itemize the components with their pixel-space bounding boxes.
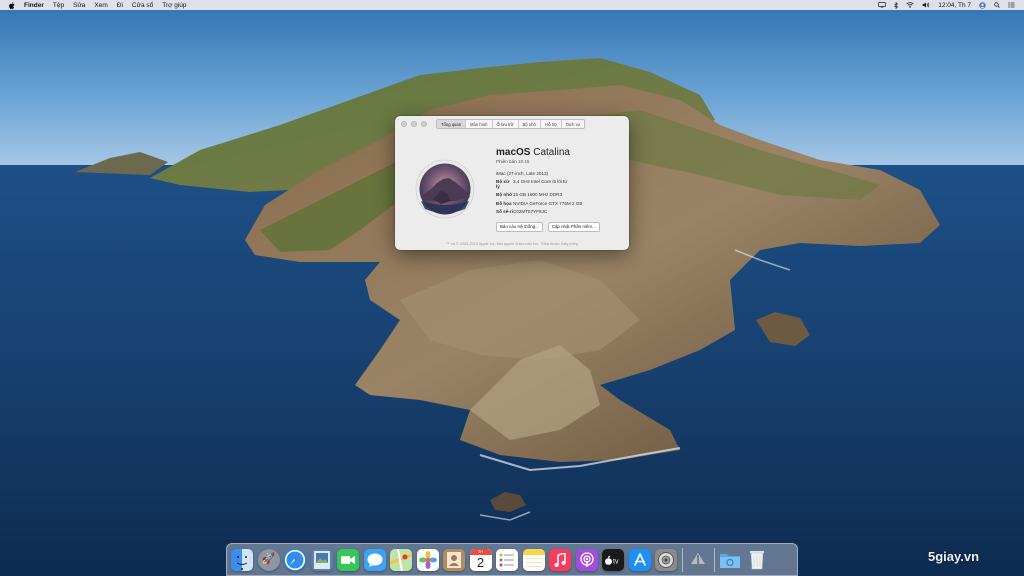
- tab-memory[interactable]: Bộ nhớ: [519, 120, 542, 128]
- calendar-day: 2: [476, 554, 485, 570]
- dock-reminders-icon[interactable]: [496, 548, 518, 571]
- user-avatar-icon[interactable]: [979, 1, 986, 9]
- spec-memory: Bộ nhớ 16 GB 1600 MHz DDR3: [496, 192, 626, 197]
- dock-tv-icon[interactable]: tv: [602, 548, 624, 571]
- dock-facetime-icon[interactable]: [337, 548, 359, 571]
- watermark: 5giay.vn: [928, 549, 980, 564]
- dock-calendar-icon[interactable]: TH 2: [469, 548, 492, 571]
- os-name: macOS Catalina: [496, 147, 626, 158]
- about-this-mac-window: Tổng quan Màn hình Ổ lưu trữ Bộ nhớ Hỗ t…: [395, 116, 629, 250]
- menu-item-help[interactable]: Trợ giúp: [162, 2, 186, 9]
- dock-contacts-icon[interactable]: [443, 548, 465, 571]
- dock-app-store-icon[interactable]: [628, 548, 651, 571]
- spec-label: Bộ xử lý: [496, 179, 510, 190]
- menu-bar: Finder Tệp Sửa Xem Đi Cửa sổ Trợ giúp 12…: [0, 0, 1024, 10]
- dock-notes-icon[interactable]: [522, 548, 545, 571]
- menu-item-file[interactable]: Tệp: [53, 2, 64, 9]
- spec-processor: Bộ xử lý 3,4 GHz Intel Core i5 lõi tứ: [496, 179, 626, 189]
- system-report-button[interactable]: Báo cáo Hệ thống...: [496, 221, 543, 232]
- dock-music-icon[interactable]: [549, 548, 571, 571]
- software-update-button[interactable]: Cập nhật Phần mềm...: [547, 221, 600, 232]
- wifi-icon[interactable]: [906, 2, 914, 8]
- dock-messages-icon[interactable]: [363, 548, 386, 571]
- menubar-clock[interactable]: 12:04, Th 7: [938, 2, 971, 9]
- spec-label: Đồ họa: [496, 200, 512, 206]
- copyright-text: ™ và © 1983-2019 Apple Inc. Mọi quyền đư…: [446, 242, 578, 246]
- macos-catalina-logo-icon: [415, 159, 475, 219]
- dock-maps-icon[interactable]: [390, 548, 412, 571]
- dock-system-preferences-icon[interactable]: [655, 548, 677, 571]
- spec-label: Bộ nhớ: [496, 192, 513, 198]
- dock-safari-icon[interactable]: [284, 548, 306, 571]
- spotlight-search-icon[interactable]: [994, 2, 1000, 8]
- menu-item-edit[interactable]: Sửa: [73, 2, 85, 9]
- dock-separator: [713, 547, 715, 572]
- spec-value: 16 GB 1600 MHz DDR3: [513, 192, 563, 198]
- volume-icon[interactable]: [922, 2, 930, 8]
- dock-photos-icon[interactable]: [416, 548, 439, 571]
- window-titlebar[interactable]: Tổng quan Màn hình Ổ lưu trữ Bộ nhớ Hỗ t…: [395, 116, 629, 131]
- dock: 🚀 TH 2 tv: [226, 543, 798, 576]
- dock-trash-icon[interactable]: [746, 549, 768, 571]
- spec-graphics: Đồ họa NVIDIA GeForce GTX 775M 2 GB: [496, 201, 626, 206]
- os-name-bold: macOS: [496, 147, 531, 158]
- minimize-window-button[interactable]: [411, 120, 417, 127]
- close-window-button[interactable]: [401, 120, 407, 127]
- dock-downloads-folder-icon[interactable]: [719, 549, 741, 571]
- zoom-window-button[interactable]: [421, 120, 427, 127]
- mac-model: iMac (27-inch, Late 2013): [496, 171, 549, 176]
- svg-text:tv: tv: [613, 558, 619, 565]
- tab-storage[interactable]: Ổ lưu trữ: [493, 120, 519, 128]
- os-version: Phiên bản 10.15: [496, 159, 530, 164]
- desktop-wallpaper: [0, 0, 1024, 576]
- os-name-rest: Catalina: [533, 147, 570, 158]
- spec-value: NVIDIA GeForce GTX 775M 2 GB: [513, 200, 583, 206]
- spec-value: C02MT57YF8JC: [513, 208, 548, 214]
- menu-item-view[interactable]: Xem: [94, 2, 107, 9]
- spec-label: Số sê-ri: [496, 208, 513, 214]
- tab-overview[interactable]: Tổng quan: [437, 120, 467, 128]
- spec-value: 3,4 GHz Intel Core i5 lõi tứ: [513, 179, 568, 185]
- notification-center-icon[interactable]: [1008, 2, 1015, 8]
- bluetooth-icon[interactable]: [894, 1, 899, 9]
- cast-icon[interactable]: [878, 2, 887, 8]
- menu-item-window[interactable]: Cửa sổ: [132, 2, 153, 9]
- dock-podcasts-icon[interactable]: [575, 548, 598, 571]
- tab-service[interactable]: Dịch vụ: [562, 120, 584, 128]
- dock-preview-icon[interactable]: [310, 548, 333, 571]
- dock-separator: [681, 547, 683, 572]
- dock-utility-app-icon[interactable]: [687, 549, 709, 571]
- rocket-icon: 🚀: [261, 553, 276, 565]
- tab-bar: Tổng quan Màn hình Ổ lưu trữ Bộ nhớ Hỗ t…: [436, 119, 586, 129]
- apple-menu-icon[interactable]: [9, 1, 15, 9]
- tab-displays[interactable]: Màn hình: [466, 120, 493, 128]
- dock-launchpad-icon[interactable]: 🚀: [257, 548, 280, 571]
- dock-finder-icon[interactable]: [231, 548, 253, 571]
- tab-support[interactable]: Hỗ trợ: [541, 120, 563, 128]
- menu-app-name[interactable]: Finder: [24, 2, 44, 9]
- menu-item-go[interactable]: Đi: [117, 2, 123, 9]
- spec-serial: Số sê-ri C02MT57YF8JC: [496, 209, 626, 214]
- running-indicator: [241, 567, 243, 570]
